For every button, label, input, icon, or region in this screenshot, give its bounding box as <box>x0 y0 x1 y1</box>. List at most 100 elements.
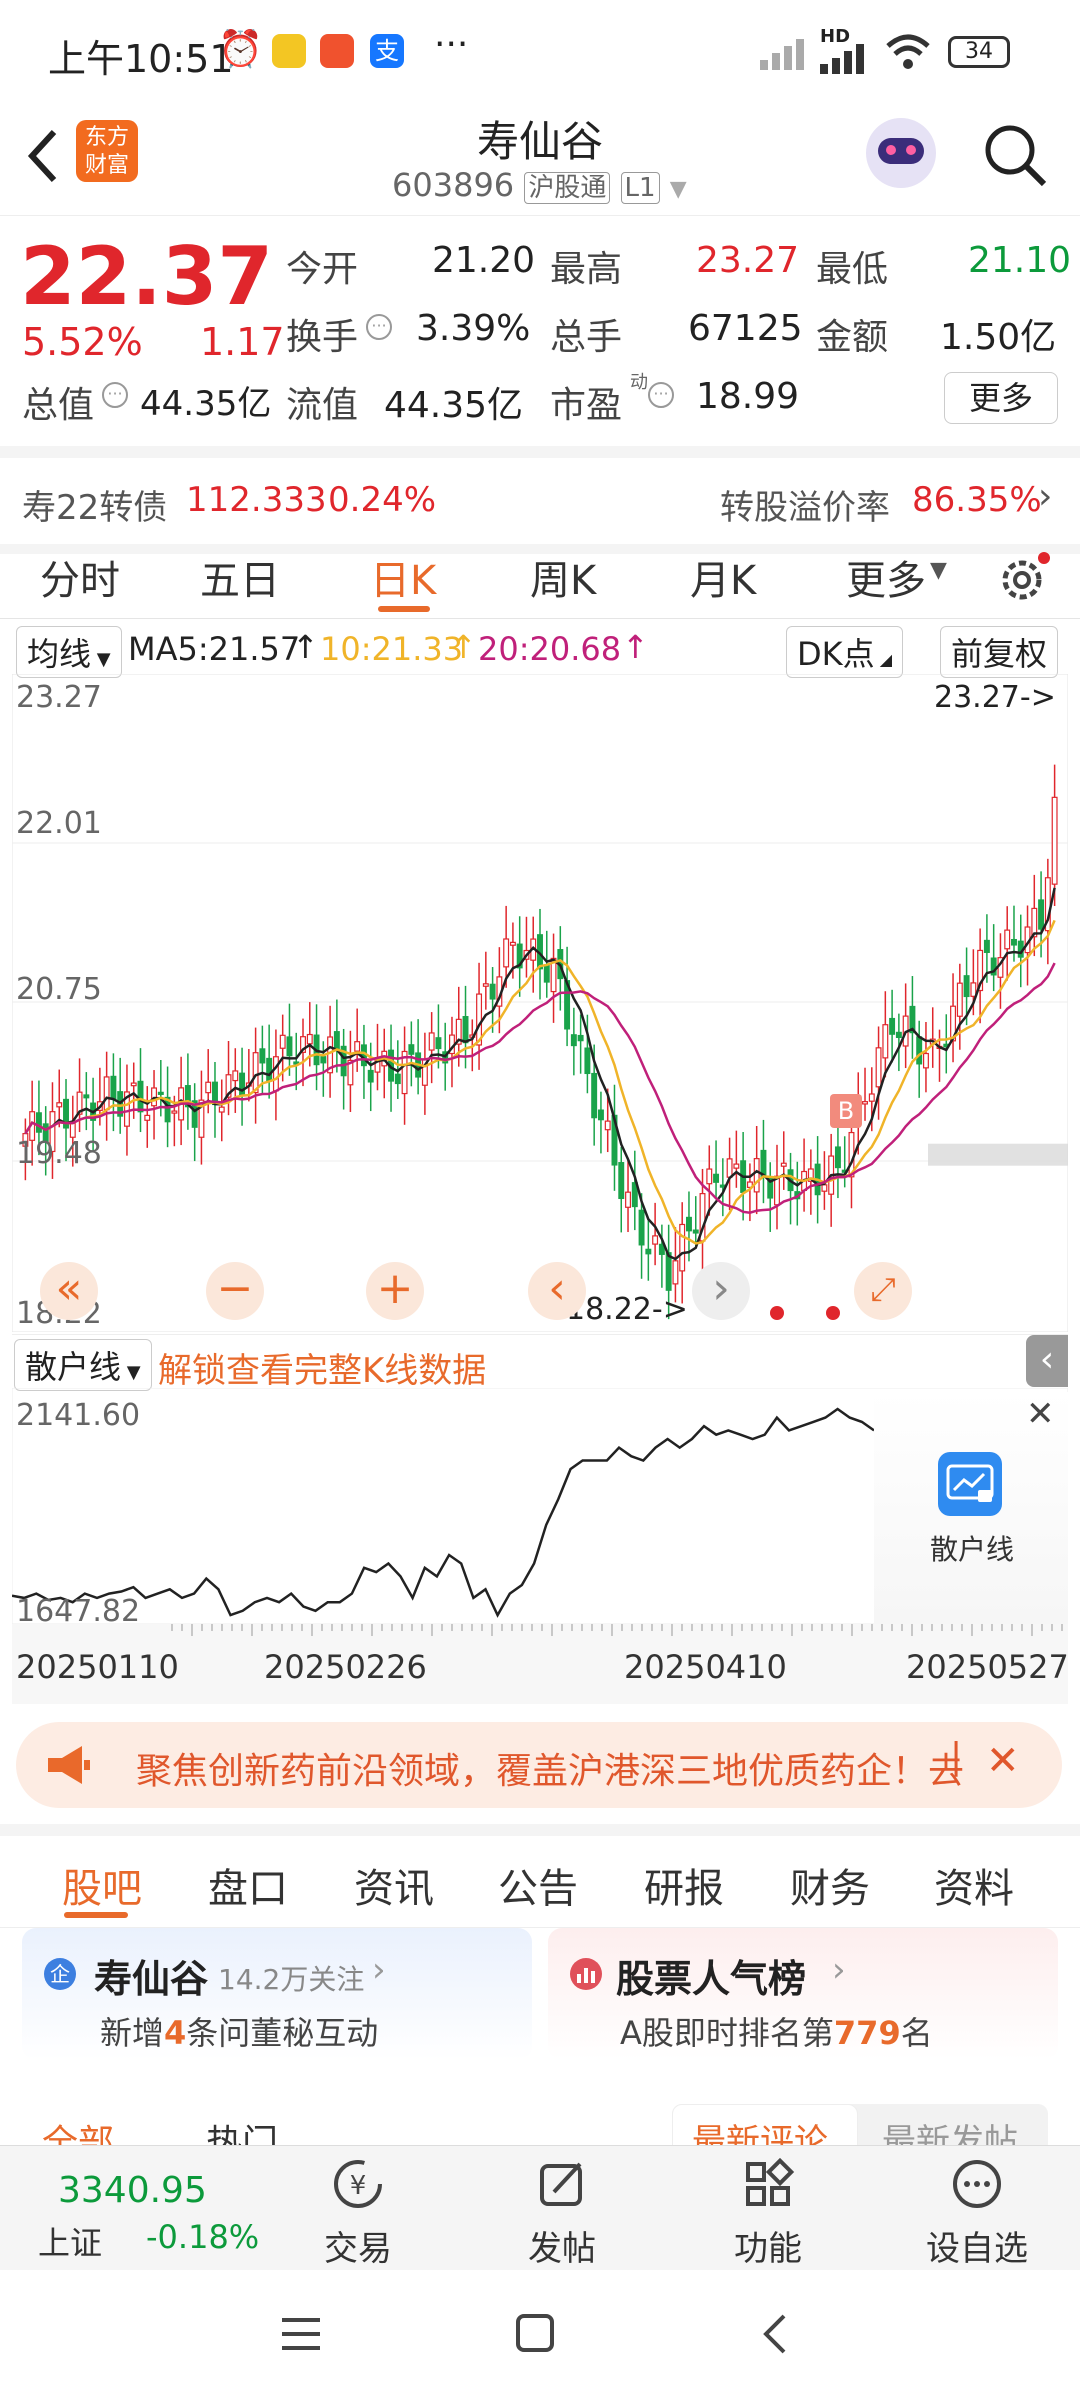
candlestick <box>604 1120 611 1131</box>
signal-dot <box>826 1306 840 1320</box>
low-value: 21.10 <box>968 240 1072 281</box>
info-icon[interactable]: ··· <box>648 382 674 408</box>
yen-trade-icon: ¥ <box>334 2160 382 2208</box>
more-notifications-icon: ··· <box>434 24 469 65</box>
chevron-right-icon: › <box>1038 476 1053 517</box>
tab-monthly-k[interactable]: 月K <box>690 548 756 606</box>
settings-gear-icon[interactable] <box>996 550 1052 606</box>
popularity-card[interactable]: 股票人气榜 › A股即时排名第779名 <box>548 1928 1058 2060</box>
ytick-label: 20.75 <box>16 972 102 1007</box>
candlestick <box>889 1017 896 1035</box>
scroll-left-fast-icon[interactable]: « <box>40 1262 98 1320</box>
robot-assistant-icon[interactable] <box>866 118 936 188</box>
candlestick <box>35 1112 42 1133</box>
collapse-panel-icon[interactable]: ‹ <box>1026 1335 1068 1387</box>
adjustment-selector[interactable]: 前复权 <box>940 626 1059 678</box>
more-options-icon <box>953 2160 1001 2208</box>
info-icon[interactable]: ··· <box>366 314 392 340</box>
x-axis-ticks <box>171 1624 1063 1636</box>
current-price: 22.37 <box>20 230 274 323</box>
float-label: 流值 <box>286 385 359 426</box>
dk-point-selector[interactable]: DK点 ◢ <box>786 626 904 678</box>
banner-text: 聚焦创新药前沿领域，覆盖沪港深三地优质药企！去 <box>136 1751 965 1792</box>
candlestick <box>638 1209 645 1246</box>
stock-code-row[interactable]: 603896 沪股通 L1 ▼ <box>392 166 692 204</box>
tab-more[interactable]: 更多 <box>846 548 926 606</box>
tab-research[interactable]: 研报 <box>644 1856 724 1914</box>
zoom-out-icon[interactable]: − <box>206 1262 264 1320</box>
tab-all-posts[interactable]: 全部 <box>42 2114 114 2146</box>
tab-hot-posts[interactable]: 热门 <box>206 2114 278 2146</box>
tab-profile[interactable]: 资料 <box>934 1856 1014 1914</box>
app-notification-icon <box>320 34 354 68</box>
open-value: 21.20 <box>432 240 536 281</box>
buy-signal-marker[interactable]: B <box>830 1094 862 1128</box>
tab-orderbook[interactable]: 盘口 <box>208 1856 288 1914</box>
index-value[interactable]: 3340.95 <box>58 2170 207 2211</box>
promo-banner[interactable]: 聚焦创新药前沿领域，覆盖沪港深三地优质药企！去 | ✕ <box>16 1722 1062 1808</box>
xtick-label: 20250527 <box>906 1648 1069 1686</box>
candlestick <box>665 1252 672 1291</box>
scroll-right-icon[interactable]: › <box>692 1262 750 1320</box>
zoom-in-icon[interactable]: + <box>366 1262 424 1320</box>
sort-latest-post[interactable]: 最新发帖 <box>882 2114 1018 2146</box>
dropdown-icon: ▼ <box>930 558 947 583</box>
scroll-left-icon[interactable]: ‹ <box>528 1262 586 1320</box>
close-icon[interactable]: ✕ <box>1026 1394 1055 1434</box>
trade-label: 交易 <box>324 2229 392 2269</box>
popularity-card-subtitle: A股即时排名第779名 <box>620 2008 933 2054</box>
candlestick <box>1011 938 1017 946</box>
info-icon[interactable]: ··· <box>102 382 128 408</box>
tab-news[interactable]: 资讯 <box>354 1856 434 1914</box>
pe-dynamic-mark: 动 <box>630 372 648 393</box>
signal-icon <box>820 44 864 74</box>
sub-post: 条问董秘互动 <box>186 2014 379 2052</box>
ma-selector[interactable]: 均线 ▼ <box>16 626 122 678</box>
tab-financials[interactable]: 财务 <box>790 1856 870 1914</box>
more-button[interactable]: 更多 <box>944 372 1058 424</box>
mktcap-value: 44.35亿 <box>140 384 272 424</box>
sub-num: 779 <box>833 2014 901 2052</box>
candlestick <box>733 1163 740 1169</box>
candlestick <box>618 1162 625 1200</box>
functions-button[interactable]: 功能 <box>718 2156 818 2270</box>
fullscreen-icon[interactable]: ⤢ <box>854 1262 912 1320</box>
watchlist-label: 设自选 <box>926 2229 1028 2269</box>
ytick-label: 2141.60 <box>16 1398 141 1433</box>
amount-value: 1.50亿 <box>940 317 1057 358</box>
divider: | <box>950 1736 963 1777</box>
tab-announcements[interactable]: 公告 <box>498 1856 578 1914</box>
tab-weekly-k[interactable]: 周K <box>530 548 596 606</box>
candlestick <box>144 1114 151 1121</box>
back-nav-icon[interactable] <box>756 2310 792 2358</box>
tab-intraday[interactable]: 分时 <box>40 548 120 606</box>
candlestick <box>428 1032 435 1051</box>
stock-forum-card[interactable]: 企 寿仙谷 14.2万关注 › 新增4条问董秘互动 <box>22 1928 532 2060</box>
candlestick <box>543 964 550 983</box>
candlestick <box>171 1110 178 1114</box>
sort-latest-comment[interactable]: 最新评论 <box>692 2114 828 2146</box>
menu-icon[interactable] <box>278 2314 324 2354</box>
tab-daily-k[interactable]: 日K <box>370 548 436 606</box>
tab-forum[interactable]: 股吧 <box>62 1856 142 1914</box>
kline-chart[interactable] <box>12 674 1068 1332</box>
candlestick <box>56 1102 63 1108</box>
trade-button[interactable]: ¥ 交易 <box>308 2156 408 2270</box>
retail-line-overlay[interactable]: ✕ 散户线 <box>874 1392 1068 1624</box>
edit-post-icon <box>540 2162 582 2206</box>
candlestick <box>286 1036 293 1057</box>
close-banner-icon[interactable]: ✕ <box>986 1738 1020 1784</box>
tab-five-day[interactable]: 五日 <box>200 548 280 606</box>
candlestick <box>868 1093 875 1102</box>
candlestick <box>882 1024 889 1059</box>
candlestick <box>591 1072 598 1119</box>
indicator-selector[interactable]: 散户线 ▼ <box>14 1339 152 1391</box>
add-watchlist-button[interactable]: 设自选 <box>922 2156 1032 2270</box>
post-button[interactable]: 发帖 <box>512 2156 612 2270</box>
candlestick <box>577 1034 584 1042</box>
search-icon[interactable] <box>980 120 1050 190</box>
ytick-label: 19.48 <box>16 1136 102 1171</box>
convertible-bond-row[interactable]: 寿22转债 112.333 0.24% 转股溢价率 86.35% › <box>0 458 1080 544</box>
unlock-kline-link[interactable]: 解锁查看完整K线数据 <box>158 1343 486 1392</box>
home-icon[interactable] <box>514 2312 558 2356</box>
